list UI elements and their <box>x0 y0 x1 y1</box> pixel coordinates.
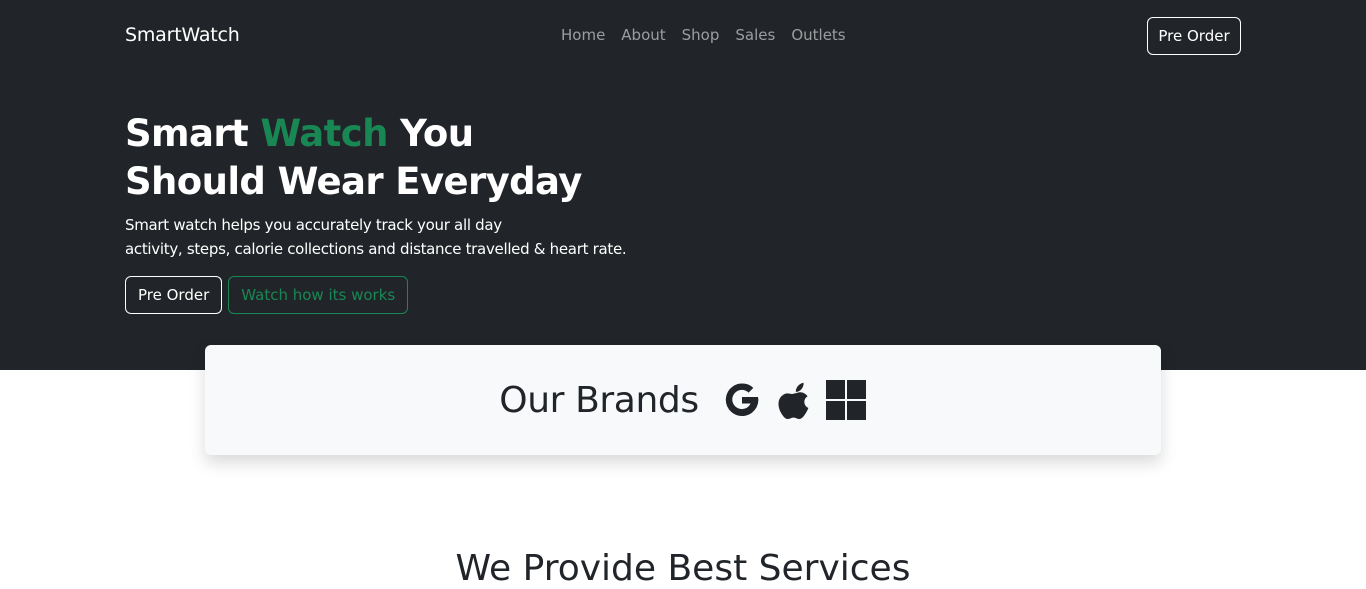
headline-accent: Watch <box>260 112 388 155</box>
navbar: SmartWatch Home About Shop Sales Outlets… <box>0 0 1366 74</box>
hero-section: SmartWatch Home About Shop Sales Outlets… <box>0 0 1366 370</box>
windows-icon <box>825 379 867 421</box>
headline-part-1: Smart <box>125 112 261 155</box>
google-icon <box>721 379 763 421</box>
brands-title: Our Brands <box>499 379 699 421</box>
nav-link-home[interactable]: Home <box>561 26 605 44</box>
hero-pre-order-button[interactable]: Pre Order <box>125 276 223 314</box>
nav-links: Home About Shop Sales Outlets <box>561 26 846 44</box>
headline-part-2: You <box>387 112 474 155</box>
services-heading: We Provide Best Services <box>455 548 911 589</box>
watch-how-it-works-button[interactable]: Watch how its works <box>228 276 409 314</box>
description-line-2: activity, steps, calorie collections and… <box>125 240 627 258</box>
hero-actions: Pre Order Watch how its works <box>125 276 409 314</box>
description-line-1: Smart watch helps you accurately track y… <box>125 216 502 234</box>
headline-line-2: Should Wear Everyday <box>125 160 582 203</box>
hero-headline: Smart Watch You Should Wear Everyday <box>125 110 765 206</box>
nav-link-outlets[interactable]: Outlets <box>791 26 845 44</box>
nav-link-about[interactable]: About <box>621 26 665 44</box>
brand-logo[interactable]: SmartWatch <box>125 24 240 46</box>
nav-pre-order-button[interactable]: Pre Order <box>1147 17 1241 55</box>
hero-description: Smart watch helps you accurately track y… <box>125 213 765 261</box>
brands-card: Our Brands <box>205 345 1161 455</box>
apple-icon <box>775 379 813 421</box>
brand-icons <box>721 379 867 421</box>
nav-link-sales[interactable]: Sales <box>735 26 775 44</box>
nav-link-shop[interactable]: Shop <box>682 26 720 44</box>
